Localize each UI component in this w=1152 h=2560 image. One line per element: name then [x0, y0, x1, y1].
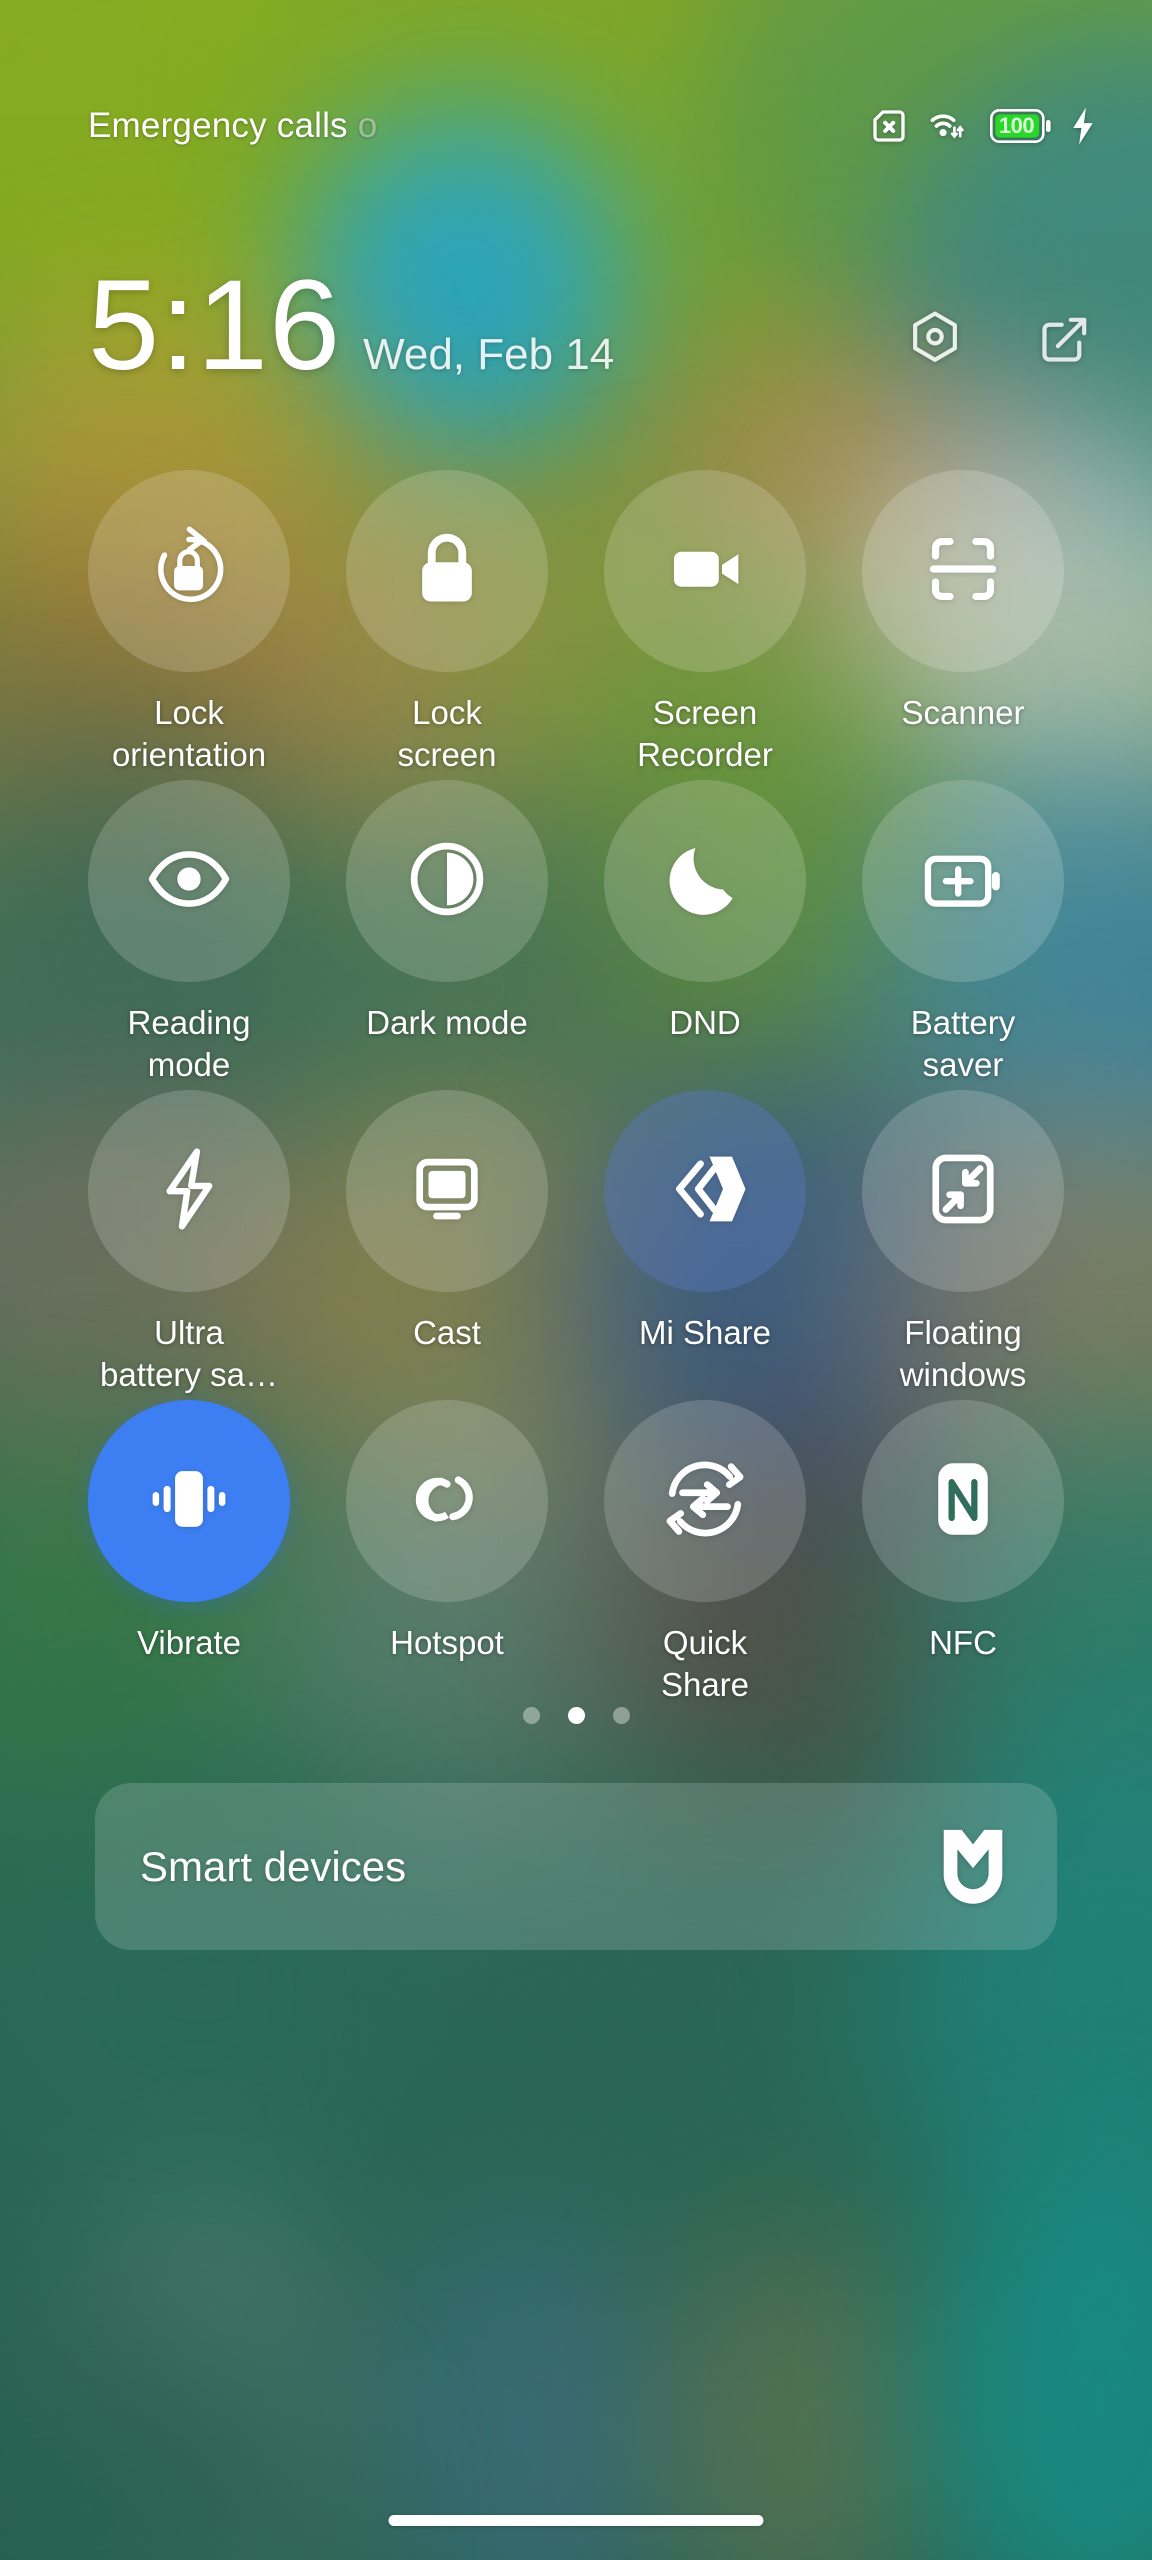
- status-bar: Emergency calls o 100: [0, 0, 1152, 230]
- clock-date: Wed, Feb 14: [363, 330, 615, 379]
- toggle-circle[interactable]: [88, 1400, 290, 1602]
- battery-percent-label: 100: [998, 113, 1035, 138]
- toggle-circle[interactable]: [862, 470, 1064, 672]
- toggle-circle[interactable]: [604, 470, 806, 672]
- toggle-label: DND: [669, 1004, 741, 1041]
- lock-orientation-icon: [142, 522, 236, 621]
- toggle-scanner[interactable]: Scanner: [834, 470, 1092, 780]
- toggle-circle[interactable]: [862, 1400, 1064, 1602]
- wifi-icon: [928, 105, 972, 147]
- page-dot[interactable]: [612, 1707, 630, 1724]
- toggle-vibrate[interactable]: Vibrate: [60, 1400, 318, 1710]
- control-center: Emergency calls o 100 5:16 Wed, Feb 14 L…: [0, 0, 1152, 2560]
- toggle-dark-mode[interactable]: Dark mode: [318, 780, 576, 1090]
- toggle-dnd[interactable]: DND: [576, 780, 834, 1090]
- toggle-label: NFC: [929, 1624, 997, 1661]
- clock-block: 5:16 Wed, Feb 14: [88, 262, 614, 390]
- dark-mode-icon: [403, 835, 491, 928]
- page-dot[interactable]: [522, 1707, 540, 1724]
- toggle-screen-recorder[interactable]: Screen Recorder: [576, 470, 834, 780]
- quick-share-icon: [660, 1454, 750, 1549]
- ultra-battery-saver-icon: [145, 1145, 233, 1238]
- toggle-label: Dark mode: [366, 1004, 528, 1041]
- toggle-label: Screen Recorder: [637, 694, 773, 773]
- toggle-lock-orientation[interactable]: Lock orientation: [60, 470, 318, 780]
- smart-devices-card[interactable]: Smart devices: [95, 1783, 1057, 1950]
- toggle-circle[interactable]: [604, 1400, 806, 1602]
- toggle-circle[interactable]: [604, 780, 806, 982]
- toggle-cast[interactable]: Cast: [318, 1090, 576, 1400]
- toggle-circle[interactable]: [346, 1090, 548, 1292]
- home-indicator[interactable]: [388, 2515, 764, 2526]
- clock-row: 5:16 Wed, Feb 14: [88, 262, 1096, 390]
- toggle-label: Reading mode: [127, 1004, 251, 1083]
- toggle-label: Lock screen: [397, 694, 497, 773]
- reading-mode-icon: [142, 832, 236, 931]
- toggle-label: Quick Share: [660, 1624, 750, 1703]
- toggle-label: Mi Share: [638, 1314, 772, 1351]
- header-actions: [904, 308, 1096, 390]
- toggle-circle[interactable]: [862, 780, 1064, 982]
- dnd-moon-icon: [662, 836, 748, 927]
- toggle-nfc[interactable]: NFC: [834, 1400, 1092, 1710]
- lock-screen-icon: [404, 526, 490, 617]
- toggle-label: Battery saver: [910, 1004, 1016, 1083]
- screen-recorder-icon: [659, 523, 751, 620]
- toggle-circle[interactable]: [604, 1090, 806, 1292]
- vibrate-icon: [144, 1454, 234, 1549]
- page-indicator: [0, 1707, 1152, 1724]
- toggle-hotspot[interactable]: Hotspot: [318, 1400, 576, 1710]
- toggle-reading-mode[interactable]: Reading mode: [60, 780, 318, 1090]
- charging-bolt-icon: [1070, 106, 1096, 146]
- toggle-circle[interactable]: [346, 470, 548, 672]
- toggle-label: Scanner: [901, 694, 1025, 731]
- toggle-ultra-battery-saver[interactable]: Ultra battery sa…: [60, 1090, 318, 1400]
- carrier-suffix: o: [357, 106, 378, 145]
- cast-icon: [403, 1145, 491, 1238]
- battery-saver-icon: [917, 833, 1009, 930]
- carrier-label: Emergency calls o: [88, 106, 377, 146]
- floating-windows-icon: [920, 1146, 1006, 1237]
- toggle-floating-windows[interactable]: Floating windows: [834, 1090, 1092, 1400]
- toggle-lock-screen[interactable]: Lock screen: [318, 470, 576, 780]
- toggle-label: Floating windows: [899, 1314, 1027, 1393]
- clock-time: 5:16: [88, 254, 342, 397]
- sim-card-off-icon: [868, 105, 910, 147]
- toggle-circle[interactable]: [346, 780, 548, 982]
- mi-home-logo-icon: [937, 1826, 1009, 1908]
- toggle-label: Lock orientation: [111, 694, 267, 773]
- scanner-icon: [920, 526, 1006, 617]
- settings-icon[interactable]: [904, 308, 966, 370]
- toggle-label: Hotspot: [390, 1624, 504, 1661]
- smart-devices-label: Smart devices: [140, 1842, 407, 1890]
- battery-icon: 100: [990, 109, 1052, 143]
- toggle-label: Ultra battery sa…: [100, 1314, 278, 1393]
- toggle-circle[interactable]: [346, 1400, 548, 1602]
- toggle-circle[interactable]: [88, 1090, 290, 1292]
- toggle-label: Cast: [413, 1314, 481, 1351]
- toggle-label: Vibrate: [137, 1624, 241, 1661]
- quick-settings-grid: Lock orientation Lock screen Screen Reco…: [0, 470, 1152, 1710]
- page-dot-active[interactable]: [567, 1707, 585, 1724]
- toggle-circle[interactable]: [88, 780, 290, 982]
- toggle-circle[interactable]: [862, 1090, 1064, 1292]
- toggle-mi-share[interactable]: Mi Share: [576, 1090, 834, 1400]
- hotspot-icon: [404, 1456, 490, 1547]
- status-icons: 100: [868, 105, 1096, 147]
- edit-icon[interactable]: [1034, 308, 1096, 370]
- toggle-battery-saver[interactable]: Battery saver: [834, 780, 1092, 1090]
- carrier-text: Emergency calls: [88, 106, 348, 145]
- toggle-circle[interactable]: [88, 470, 290, 672]
- toggle-quick-share[interactable]: Quick Share: [576, 1400, 834, 1710]
- nfc-icon: [921, 1457, 1005, 1546]
- mi-share-icon: [660, 1144, 750, 1239]
